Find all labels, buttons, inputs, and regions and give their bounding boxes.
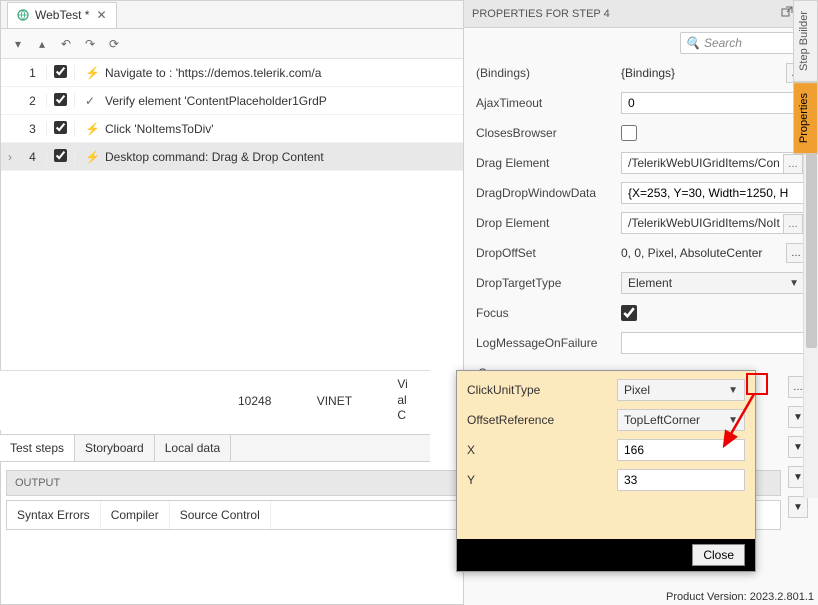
x-input[interactable] <box>617 439 745 461</box>
check-icon: ✓ <box>85 94 99 108</box>
offsetreference-select[interactable]: TopLeftCorner▼ <box>617 409 745 431</box>
chevron-down-icon: ▼ <box>789 278 799 289</box>
step-number: 1 <box>19 66 47 80</box>
prop-label: X <box>467 443 617 457</box>
step-text: Click 'NoItemsToDiv' <box>105 122 214 136</box>
nav-icon: ⚡ <box>85 66 99 80</box>
step-enabled-checkbox[interactable] <box>54 93 67 106</box>
chevron-down-icon[interactable]: ▾ <box>9 35 27 53</box>
dragdrop-window-input[interactable] <box>621 182 806 204</box>
up-icon[interactable]: ▴ <box>33 35 51 53</box>
search-icon: 🔍 <box>685 36 700 50</box>
refresh-icon[interactable]: ⟳ <box>105 35 123 53</box>
tab-test-steps[interactable]: Test steps <box>0 435 75 461</box>
tab-step-builder[interactable]: Step Builder <box>793 0 818 82</box>
ajax-timeout-input[interactable] <box>621 92 806 114</box>
step-enabled-checkbox[interactable] <box>54 121 67 134</box>
prop-label: Drag Element <box>476 156 621 170</box>
prop-value: 0, 0, Pixel, AbsoluteCenter <box>621 246 782 260</box>
version-label: Product Version: 2023.2.801.1 <box>666 591 814 603</box>
drop-target-type-select[interactable]: Element▼ <box>621 272 806 294</box>
close-icon[interactable]: ✕ <box>94 8 108 22</box>
chevron-down-icon: ▼ <box>728 385 738 396</box>
prop-label: OffsetReference <box>467 413 617 427</box>
web-icon <box>16 8 30 22</box>
tab-syntax-errors[interactable]: Syntax Errors <box>7 501 101 529</box>
tab-compiler[interactable]: Compiler <box>101 501 170 529</box>
chevron-down-icon[interactable]: ▼ <box>788 496 808 518</box>
prop-label: AjaxTimeout <box>476 96 621 110</box>
click-icon: ⚡ <box>85 122 99 136</box>
step-text: Verify element 'ContentPlaceholder1GrdP <box>105 94 327 108</box>
data-cell-id: 10248 <box>220 394 289 408</box>
prop-label: DragDropWindowData <box>476 186 621 200</box>
ellipsis-button[interactable]: … <box>783 154 803 174</box>
step-text: Navigate to : 'https://demos.telerik.com… <box>105 66 321 80</box>
tab-source-control[interactable]: Source Control <box>170 501 271 529</box>
prop-label: Focus <box>476 306 621 320</box>
drag-element-input[interactable]: /TelerikWebUIGridItems/Con… <box>621 152 806 174</box>
focus-checkbox[interactable] <box>621 305 637 321</box>
chevron-down-icon: ▼ <box>728 415 738 426</box>
prop-label: DropTargetType <box>476 276 621 290</box>
drag-icon: ⚡ <box>85 150 99 164</box>
bottom-tabs: Test steps Storyboard Local data <box>0 434 430 462</box>
prop-label: DropOffSet <box>476 246 621 260</box>
step-enabled-checkbox[interactable] <box>54 149 67 162</box>
data-cell-cust: VINET <box>289 394 379 408</box>
undo-icon[interactable]: ↶ <box>57 35 75 53</box>
tab-storyboard[interactable]: Storyboard <box>75 435 155 461</box>
prop-label: ClosesBrowser <box>476 126 621 140</box>
drop-element-input[interactable]: /TelerikWebUIGridItems/NoIt… <box>621 212 806 234</box>
clickunittype-select[interactable]: Pixel▼ <box>617 379 745 401</box>
prop-label: Y <box>467 473 617 487</box>
prop-label: Drop Element <box>476 216 621 230</box>
data-cell-lines: Vi al C <box>379 377 425 424</box>
search-input[interactable]: 🔍 Search <box>680 32 810 54</box>
prop-label: (Bindings) <box>476 66 621 80</box>
tab-local-data[interactable]: Local data <box>155 435 231 461</box>
properties-title: PROPERTIES FOR STEP 4 <box>472 8 610 20</box>
tab-title: WebTest * <box>35 8 89 22</box>
step-number: 3 <box>19 122 47 136</box>
file-tab[interactable]: WebTest * ✕ <box>7 2 117 28</box>
ellipsis-button[interactable]: … <box>783 214 803 234</box>
prop-label: ClickUnitType <box>467 383 617 397</box>
step-enabled-checkbox[interactable] <box>54 65 67 78</box>
step-text: Desktop command: Drag & Drop Content <box>105 150 324 164</box>
redo-icon[interactable]: ↷ <box>81 35 99 53</box>
close-button[interactable]: Close <box>692 544 745 566</box>
step-number: 2 <box>19 94 47 108</box>
offset-popup: ClickUnitType Pixel▼ OffsetReference Top… <box>456 370 756 572</box>
step-number: 4 <box>19 150 47 164</box>
logmsg-input[interactable] <box>621 332 806 354</box>
current-step-marker: › <box>1 150 19 164</box>
prop-value: {Bindings} <box>621 66 782 80</box>
y-input[interactable] <box>617 469 745 491</box>
closes-browser-checkbox[interactable] <box>621 125 637 141</box>
tab-properties[interactable]: Properties <box>793 82 818 154</box>
data-preview: 10248 VINET Vi al C <box>0 370 430 430</box>
prop-label: LogMessageOnFailure <box>476 336 621 350</box>
popout-icon[interactable] <box>781 6 793 21</box>
